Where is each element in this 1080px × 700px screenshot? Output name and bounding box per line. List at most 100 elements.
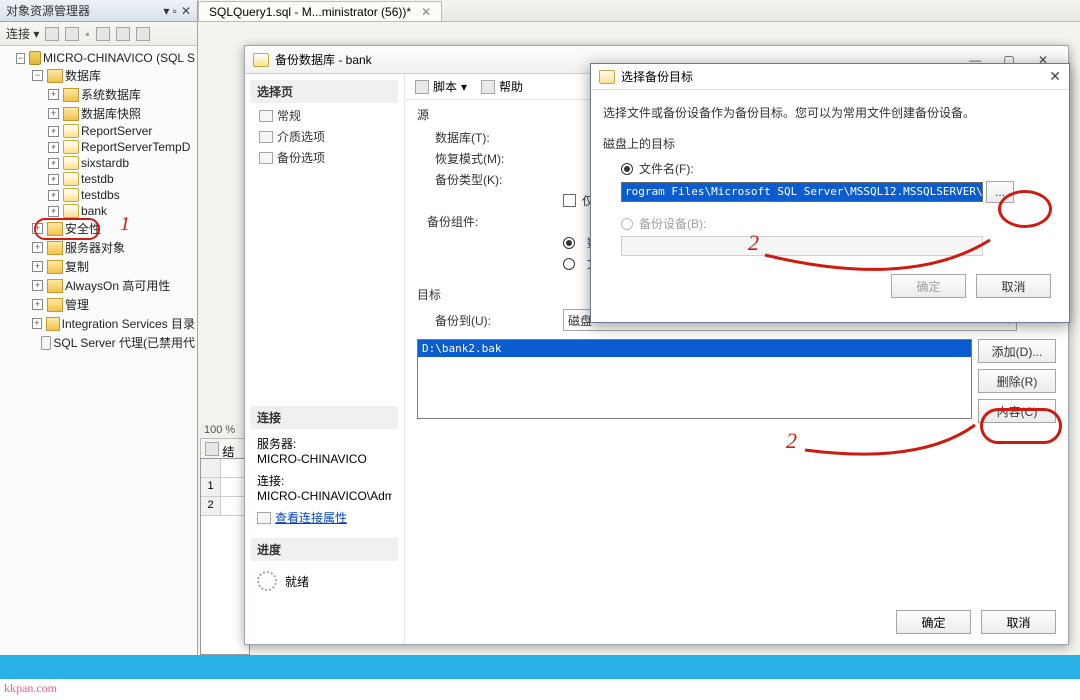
integration-node[interactable]: Integration Services 目录 [62,315,195,332]
expander-icon[interactable]: + [48,190,59,201]
expander-icon[interactable]: + [48,206,59,217]
expander-icon[interactable]: + [32,299,43,310]
folder-icon [47,241,63,255]
script-dropdown[interactable]: 脚本▾ [415,78,467,95]
filename-radio[interactable] [621,163,633,175]
expander-icon[interactable]: + [48,89,59,100]
serverobj-node[interactable]: 服务器对象 [65,239,125,256]
connect-dropdown[interactable]: 连接 ▾ [6,25,39,42]
dest-titlebar[interactable]: 选择备份目标 ✕ [591,64,1069,90]
expander-icon[interactable]: − [16,53,25,64]
pin-icon[interactable]: ▾ ▫ [163,4,177,18]
type-label: 备份类型(K): [417,171,557,188]
expander-icon[interactable]: + [48,158,59,169]
expander-icon[interactable]: + [48,174,59,185]
zoom-percent: 100 % [200,423,239,437]
toolbar-icon[interactable] [65,27,79,41]
tab-sqlquery[interactable]: SQLQuery1.sql - M...ministrator (56))* ✕ [198,1,442,21]
close-icon[interactable]: ✕ [181,4,191,18]
remove-button[interactable]: 删除(R) [978,369,1056,393]
browse-button[interactable]: ... [986,181,1014,203]
db-bank-node[interactable]: bank [81,204,107,218]
database-icon [253,53,269,67]
close-icon[interactable]: ✕ [421,5,431,18]
ok-button[interactable]: 确定 [896,610,971,634]
page-media[interactable]: 介质选项 [251,126,398,147]
alwayson-node[interactable]: AlwaysOn 高可用性 [65,277,170,294]
object-explorer-toolbar: 连接 ▾ ▪ [0,22,197,46]
db-node[interactable]: ReportServer [81,124,152,138]
expander-icon[interactable]: + [48,126,59,137]
dest-cancel-button[interactable]: 取消 [976,274,1051,298]
expander-icon[interactable]: + [32,242,43,253]
close-button[interactable]: ✕ [1049,68,1061,85]
expander-icon[interactable]: + [48,108,59,119]
object-explorer-titlebar: 对象资源管理器 ▾ ▫ ✕ [0,0,197,22]
object-tree[interactable]: −MICRO-CHINAVICO (SQL S −数据库 +系统数据库 +数据库… [0,46,197,356]
device-combo [621,236,983,256]
server-value: MICRO-CHINAVICO [257,452,392,466]
dest-title: 选择备份目标 [621,68,693,85]
page-general[interactable]: 常规 [251,105,398,126]
server-node[interactable]: MICRO-CHINAVICO (SQL S [43,51,195,65]
page-icon [259,152,273,164]
folder-icon [63,107,79,121]
management-node[interactable]: 管理 [65,296,89,313]
toolbar-icon[interactable] [45,27,59,41]
agent-icon [41,336,52,350]
grid-icon [205,442,219,456]
toolbar-icon[interactable] [136,27,150,41]
expander-icon[interactable]: − [32,70,43,81]
expander-icon[interactable]: + [32,280,43,291]
server-label: 服务器: [257,435,392,452]
expander-icon[interactable]: + [32,318,42,329]
file-list-item[interactable]: D:\bank2.bak [418,340,971,357]
databases-node[interactable]: 数据库 [65,67,101,84]
page-icon [259,131,273,143]
db-node[interactable]: testdbs [81,188,120,202]
copyonly-checkbox[interactable] [563,194,576,207]
sysdb-node[interactable]: 系统数据库 [81,86,141,103]
database-icon [63,140,79,154]
disk-target-label: 磁盘上的目标 [603,135,1057,152]
expander-icon[interactable]: + [32,261,43,272]
content-button[interactable]: 内容(C) [978,399,1056,423]
db-node[interactable]: ReportServerTempD [81,140,190,154]
tab-strip: SQLQuery1.sql - M...ministrator (56))* ✕ [198,0,1080,22]
annotation-number: 1 [120,213,130,236]
progress-status: 就绪 [285,573,309,590]
page-backupopt[interactable]: 备份选项 [251,147,398,168]
backupto-label: 备份到(U): [417,312,557,329]
annotation-number: 2 [748,230,759,256]
snapshot-node[interactable]: 数据库快照 [81,105,141,122]
refresh-icon[interactable] [116,27,130,41]
db-node[interactable]: sixstardb [81,156,129,170]
replication-node[interactable]: 复制 [65,258,89,275]
expander-icon[interactable]: + [32,223,43,234]
add-button[interactable]: 添加(D)... [978,339,1056,363]
server-icon [29,51,41,65]
object-explorer-title: 对象资源管理器 [6,2,90,19]
device-radio [621,218,633,230]
database-label: 数据库(T): [417,129,557,146]
filename-input[interactable]: rogram Files\Microsoft SQL Server\MSSQL1… [621,182,983,202]
select-destination-dialog: 选择备份目标 ✕ 选择文件或备份设备作为备份目标。您可以为常用文件创建备份设备。… [590,63,1070,323]
results-grid[interactable]: 1 2 [200,458,250,655]
security-node[interactable]: 安全性 [65,220,101,237]
progress-header: 进度 [251,538,398,561]
dest-description: 选择文件或备份设备作为备份目标。您可以为常用文件创建备份设备。 [603,104,1057,121]
db-node[interactable]: testdb [81,172,114,186]
component-fg-radio[interactable] [563,258,575,270]
agent-node[interactable]: SQL Server 代理(已禁用代 [53,334,195,351]
backup-file-list[interactable]: D:\bank2.bak [417,339,972,419]
expander-icon[interactable]: + [48,142,59,153]
cancel-button[interactable]: 取消 [981,610,1056,634]
component-db-radio[interactable] [563,237,575,249]
filter-icon[interactable] [96,27,110,41]
progress-icon [257,571,277,591]
folder-icon [47,69,63,83]
help-button[interactable]: 帮助 [481,78,523,95]
view-connection-link[interactable]: 查看连接属性 [275,509,347,526]
conn-value: MICRO-CHINAVICO\Administrat [257,489,392,503]
conn-label: 连接: [257,472,392,489]
